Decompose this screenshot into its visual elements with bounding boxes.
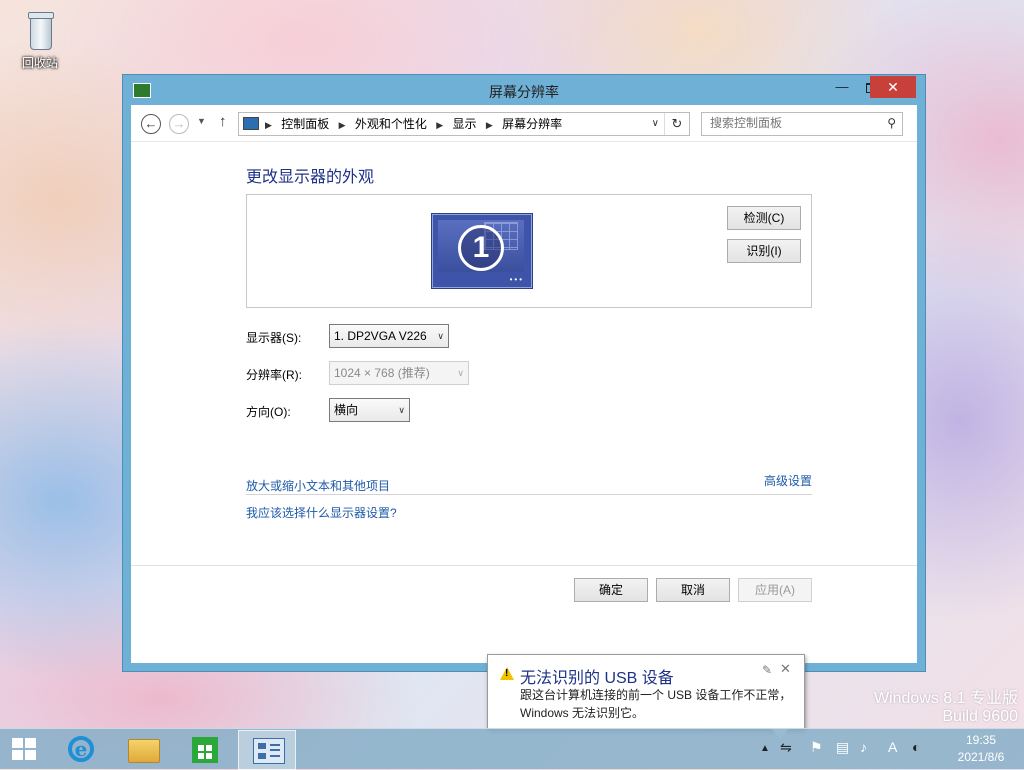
- apply-button[interactable]: 应用(A): [738, 578, 812, 602]
- display-select-value: 1. DP2VGA V226: [334, 329, 427, 343]
- usb-icon[interactable]: ⇋: [780, 739, 792, 756]
- breadcrumb-appearance[interactable]: 外观和个性化: [355, 117, 427, 131]
- window-client-area: ← → ▼ ↑ ▶ 控制面板 ▶ 外观和个性化 ▶ 显示 ▶ 屏幕分辨率 ∨ ↻: [131, 105, 917, 663]
- taskbar-internet-explorer[interactable]: e: [52, 730, 108, 768]
- volume-icon[interactable]: ♪: [860, 739, 867, 755]
- usb-notification-balloon[interactable]: 无法识别的 USB 设备 跟这台计算机连接的前一个 USB 设备工作不正常， W…: [487, 654, 805, 739]
- control-panel-icon: [253, 738, 285, 764]
- navigation-bar: ← → ▼ ↑ ▶ 控制面板 ▶ 外观和个性化 ▶ 显示 ▶ 屏幕分辨率 ∨ ↻: [131, 105, 917, 142]
- refresh-icon[interactable]: ↻: [664, 113, 689, 135]
- screen-resolution-window: 屏幕分辨率 — ✕ ← → ▼ ↑ ▶ 控制面板 ▶ 外观和个性化 ▶ 显示 ▶…: [122, 74, 926, 672]
- monitor-1-icon[interactable]: 1 •••: [431, 213, 533, 289]
- notification-message-line1: 跟这台计算机连接的前一个 USB 设备工作不正常，: [520, 688, 792, 702]
- chevron-down-icon: ∨: [437, 331, 444, 341]
- forward-arrow-icon[interactable]: →: [169, 114, 189, 134]
- breadcrumb-screen-resolution[interactable]: 屏幕分辨率: [502, 117, 562, 131]
- wrench-icon[interactable]: ✎: [762, 663, 772, 677]
- display-settings-help-link[interactable]: 我应该选择什么显示器设置?: [246, 504, 397, 521]
- taskbar-windows-store[interactable]: [176, 730, 232, 768]
- search-icon[interactable]: ⚲: [887, 116, 896, 130]
- identify-button[interactable]: 识别(I): [727, 239, 801, 263]
- back-arrow-icon[interactable]: ←: [141, 114, 161, 134]
- ok-button[interactable]: 确定: [574, 578, 648, 602]
- text-size-link[interactable]: 放大或缩小文本和其他项目: [246, 477, 390, 494]
- chevron-down-icon: ∨: [398, 405, 405, 415]
- detect-button[interactable]: 检测(C): [727, 206, 801, 230]
- advanced-settings-link[interactable]: 高级设置: [764, 472, 812, 489]
- show-hidden-icons-chevron-icon[interactable]: ▲: [760, 743, 770, 754]
- warning-icon: [500, 667, 514, 680]
- divider: [246, 494, 812, 495]
- breadcrumb-chevron-icon[interactable]: ▶: [265, 120, 272, 130]
- folder-icon: [128, 739, 160, 763]
- action-center-flag-icon[interactable]: ⚑: [810, 739, 823, 756]
- chevron-down-icon: ∨: [457, 368, 464, 378]
- orientation-label: 方向(O):: [246, 405, 291, 419]
- address-dropdown-icon[interactable]: ∨: [652, 113, 659, 135]
- watermark-edition: Windows 8.1 专业版: [873, 690, 1018, 707]
- notification-title: 无法识别的 USB 设备: [520, 670, 674, 687]
- input-method-icon[interactable]: ◐: [912, 739, 920, 755]
- monitor-number: 1: [458, 225, 504, 271]
- breadcrumb-chevron-icon[interactable]: ▶: [339, 120, 346, 130]
- footer-divider: [131, 565, 917, 566]
- display-label: 显示器(S):: [246, 331, 302, 345]
- start-button[interactable]: [12, 738, 38, 760]
- recycle-bin-desktop-icon[interactable]: 回收站: [10, 8, 70, 71]
- control-panel-icon: [243, 117, 259, 130]
- close-icon[interactable]: ✕: [780, 661, 791, 677]
- recycle-bin-icon: [22, 8, 58, 52]
- search-box[interactable]: ⚲: [701, 112, 903, 136]
- notification-message-line2: Windows 无法识别它。: [520, 706, 645, 720]
- resolution-select-value: 1024 × 768 (推荐): [334, 366, 430, 380]
- orientation-select[interactable]: 横向 ∨: [329, 398, 410, 422]
- internet-explorer-icon: e: [68, 736, 94, 762]
- ime-indicator[interactable]: A: [888, 739, 897, 755]
- breadcrumb-display[interactable]: 显示: [453, 117, 477, 131]
- breadcrumb-chevron-icon[interactable]: ▶: [486, 120, 493, 130]
- up-arrow-icon[interactable]: ↑: [219, 113, 227, 130]
- resolution-label: 分辨率(R):: [246, 368, 302, 382]
- title-bar[interactable]: 屏幕分辨率 — ✕: [123, 75, 925, 105]
- cancel-button[interactable]: 取消: [656, 578, 730, 602]
- clock-date: 2021/8/6: [957, 750, 1005, 764]
- address-bar[interactable]: ▶ 控制面板 ▶ 外观和个性化 ▶ 显示 ▶ 屏幕分辨率 ∨ ↻: [238, 112, 690, 136]
- monitor-arrangement-panel: 1 ••• 检测(C) 识别(I): [246, 194, 812, 308]
- breadcrumb-control-panel[interactable]: 控制面板: [281, 117, 329, 131]
- recycle-bin-label: 回收站: [21, 56, 58, 70]
- watermark-build: Build 9600: [942, 708, 1018, 725]
- store-icon: [192, 737, 218, 763]
- page-title: 更改显示器的外观: [246, 169, 375, 186]
- taskbar: e ▲ ⇋ ⚑ ▤ ♪ A ◐ 19:35 2021/8/6: [0, 728, 1024, 770]
- resolution-select[interactable]: 1024 × 768 (推荐) ∨: [329, 361, 469, 385]
- taskbar-clock[interactable]: 19:35 2021/8/6: [944, 732, 1018, 766]
- orientation-select-value: 横向: [334, 403, 359, 417]
- network-icon[interactable]: ▤: [836, 739, 849, 756]
- recent-locations-chevron-icon[interactable]: ▼: [197, 116, 206, 126]
- taskbar-file-explorer[interactable]: [114, 730, 170, 768]
- breadcrumb-chevron-icon[interactable]: ▶: [436, 120, 443, 130]
- minimize-button[interactable]: —: [828, 76, 856, 98]
- breadcrumb: ▶ 控制面板 ▶ 外观和个性化 ▶ 显示 ▶ 屏幕分辨率: [263, 113, 566, 136]
- close-button[interactable]: ✕: [870, 76, 916, 98]
- display-select[interactable]: 1. DP2VGA V226 ∨: [329, 324, 449, 348]
- taskbar-control-panel[interactable]: [238, 730, 296, 770]
- clock-time: 19:35: [965, 733, 997, 747]
- window-title: 屏幕分辨率: [489, 84, 559, 100]
- search-input[interactable]: [702, 113, 875, 133]
